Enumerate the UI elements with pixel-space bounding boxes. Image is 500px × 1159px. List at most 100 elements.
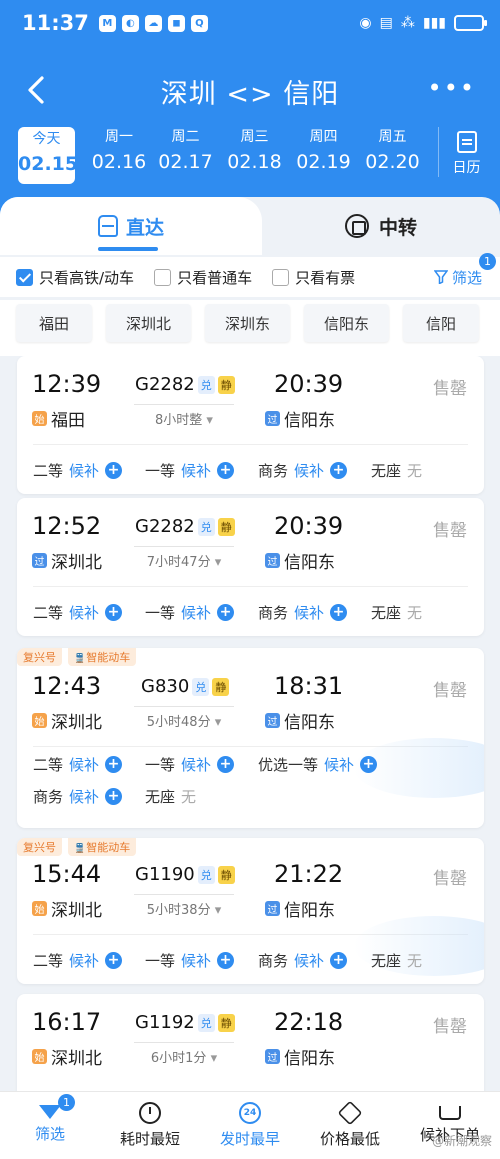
sort-earliest-tab[interactable]: 24 发时最早 (200, 1092, 300, 1159)
seat-class: 一等 (145, 952, 176, 970)
fuxing-tag: 复兴号 (17, 648, 62, 666)
date-item[interactable]: 周二 02.17 (151, 127, 220, 177)
station-chip[interactable]: 深圳北 (106, 304, 192, 342)
price-tag-icon (337, 1100, 363, 1126)
seat-first-class[interactable]: 一等 候补 + (145, 460, 235, 481)
smart-train-tag: 智能动车 (68, 648, 137, 666)
departure-station: 始 深圳北 (32, 708, 102, 733)
seat-premium-first[interactable]: 优选一等 候补 + (258, 754, 378, 775)
trip-duration[interactable]: 6小时1分 (134, 1042, 234, 1066)
checkbox[interactable] (272, 268, 290, 286)
seat-state: 候补 (294, 462, 325, 480)
notification-icon: ☁ (144, 14, 162, 32)
passing-badge: 过 (265, 713, 280, 728)
quiet-pill: 静 (212, 677, 230, 696)
seat-business[interactable]: 商务 候补 + (258, 602, 348, 623)
add-waitlist-icon[interactable]: + (330, 604, 348, 621)
more-menu-icon[interactable]: ••• (428, 76, 476, 100)
train-card[interactable]: 16:17 G1192 兑 静 22:18 售罄 始 深圳北 6小时1分 过 信… (17, 994, 484, 1091)
page-title: 深圳 <> 信阳 (160, 79, 340, 110)
arrival-time: 21:22 (274, 860, 344, 888)
date-item[interactable]: 周一 02.16 (87, 127, 151, 177)
arrival-time: 22:18 (274, 1008, 344, 1036)
filter-normal-train[interactable]: 只看普通车 (154, 267, 252, 288)
status-system-icons: ◉ ▤ ⁂ ▮▮▮ (359, 15, 487, 31)
seat-second-class[interactable]: 二等 候补 + (33, 602, 123, 623)
filter-available[interactable]: 只看有票 (272, 267, 355, 288)
add-waitlist-icon[interactable]: + (105, 462, 123, 479)
add-waitlist-icon[interactable]: + (330, 952, 348, 969)
passing-badge: 过 (265, 901, 280, 916)
train-card[interactable]: 12:39 G2282 兑 静 20:39 售罄 始 福田 8小时整 过 信阳东… (17, 356, 484, 494)
seat-class: 优选一等 (258, 756, 319, 774)
exchange-pill: 兑 (197, 865, 215, 884)
filter-tab[interactable]: 1 筛选 (0, 1092, 100, 1159)
add-waitlist-icon[interactable]: + (105, 788, 123, 805)
add-waitlist-icon[interactable]: + (217, 952, 235, 969)
exchange-pill: 兑 (197, 1013, 215, 1032)
add-waitlist-icon[interactable]: + (217, 462, 235, 479)
checkbox[interactable] (154, 268, 172, 286)
station-chip[interactable]: 信阳 (403, 304, 480, 342)
arrival-time: 20:39 (274, 512, 344, 540)
station-chip[interactable]: 信阳东 (304, 304, 390, 342)
add-waitlist-icon[interactable]: + (105, 952, 123, 969)
add-waitlist-icon[interactable]: + (360, 756, 378, 773)
header: 11:37 M ◐ ☁ ◼ Q ◉ ▤ ⁂ ▮▮▮ 深圳 <> 信阳 ••• 今… (0, 0, 500, 215)
seat-first-class[interactable]: 一等 候补 + (145, 754, 235, 775)
checkbox-checked[interactable] (16, 268, 33, 286)
train-icon (97, 215, 118, 237)
filter-button[interactable]: 筛选 1 (433, 252, 496, 288)
calendar-button[interactable]: 日历 (438, 127, 488, 177)
seat-first-class[interactable]: 一等 候补 + (145, 950, 235, 971)
filter-count-badge: 1 (479, 252, 496, 270)
seat-class: 无座 (371, 952, 402, 970)
trip-duration[interactable]: 7小时47分 (134, 546, 234, 570)
sort-shortest-tab[interactable]: 耗时最短 (100, 1092, 200, 1159)
seat-second-class[interactable]: 二等 候补 + (33, 754, 123, 775)
divider (33, 586, 468, 587)
tab-direct[interactable]: 直达 (0, 197, 262, 255)
station-chip[interactable]: 深圳东 (205, 304, 291, 342)
station-chip[interactable]: 福田 (16, 304, 92, 342)
seat-second-class[interactable]: 二等 候补 + (33, 460, 123, 481)
filter-available-label: 只看有票 (295, 268, 356, 287)
seat-class: 一等 (145, 462, 176, 480)
date-item[interactable]: 周四 02.19 (289, 127, 358, 177)
seat-business[interactable]: 商务 候补 + (258, 950, 348, 971)
filter-high-speed[interactable]: 只看高铁/动车 (16, 267, 134, 288)
train-card[interactable]: 12:52 G2282 兑 静 20:39 售罄 过 深圳北 7小时47分 过 … (17, 498, 484, 636)
train-card[interactable]: 复兴号 智能动车 12:43 G830 兑 静 18:31 售罄 始 深圳北 5… (17, 648, 484, 828)
ticket-status: 售罄 (433, 379, 467, 399)
arrival-station-name: 信阳东 (284, 1049, 335, 1069)
add-waitlist-icon[interactable]: + (105, 756, 123, 773)
seat-first-class[interactable]: 一等 候补 + (145, 602, 235, 623)
date-item[interactable]: 周三 02.18 (220, 127, 289, 177)
date-selector: 今天 02.15 周一 02.16 周二 02.17 周三 02.18 周四 0… (18, 127, 488, 185)
seat-standing: 无座 无 (145, 786, 196, 807)
date-item[interactable]: 周五 02.20 (358, 127, 427, 177)
add-waitlist-icon[interactable]: + (105, 604, 123, 621)
trip-duration[interactable]: 8小时整 (134, 404, 234, 428)
filter-bar: 只看高铁/动车 只看普通车 只看有票 筛选 1 (0, 252, 500, 297)
sort-cheapest-tab[interactable]: 价格最低 (300, 1092, 400, 1159)
date-item-today[interactable]: 今天 02.15 (18, 127, 78, 184)
add-waitlist-icon[interactable]: + (217, 604, 235, 621)
seat-state: 无 (181, 788, 197, 806)
seat-business[interactable]: 商务 候补 + (33, 786, 123, 807)
seat-business[interactable]: 商务 候补 + (258, 460, 348, 481)
exchange-pill: 兑 (197, 517, 215, 536)
seat-class: 二等 (33, 604, 64, 622)
add-waitlist-icon[interactable]: + (217, 756, 235, 773)
passing-badge: 过 (265, 411, 280, 426)
seat-second-class[interactable]: 二等 候补 + (33, 950, 123, 971)
trip-duration[interactable]: 5小时38分 (134, 894, 234, 918)
seat-class: 无座 (145, 788, 176, 806)
train-card[interactable]: 复兴号 智能动车 15:44 G1190 兑 静 21:22 售罄 始 深圳北 … (17, 838, 484, 984)
tab-transfer[interactable]: 中转 (262, 197, 500, 255)
seat-standing: 无座 无 (371, 602, 422, 623)
departure-time: 16:17 (32, 1008, 102, 1036)
add-waitlist-icon[interactable]: + (330, 462, 348, 479)
trip-duration[interactable]: 5小时48分 (134, 706, 234, 730)
date-weekday: 周五 (378, 129, 407, 145)
